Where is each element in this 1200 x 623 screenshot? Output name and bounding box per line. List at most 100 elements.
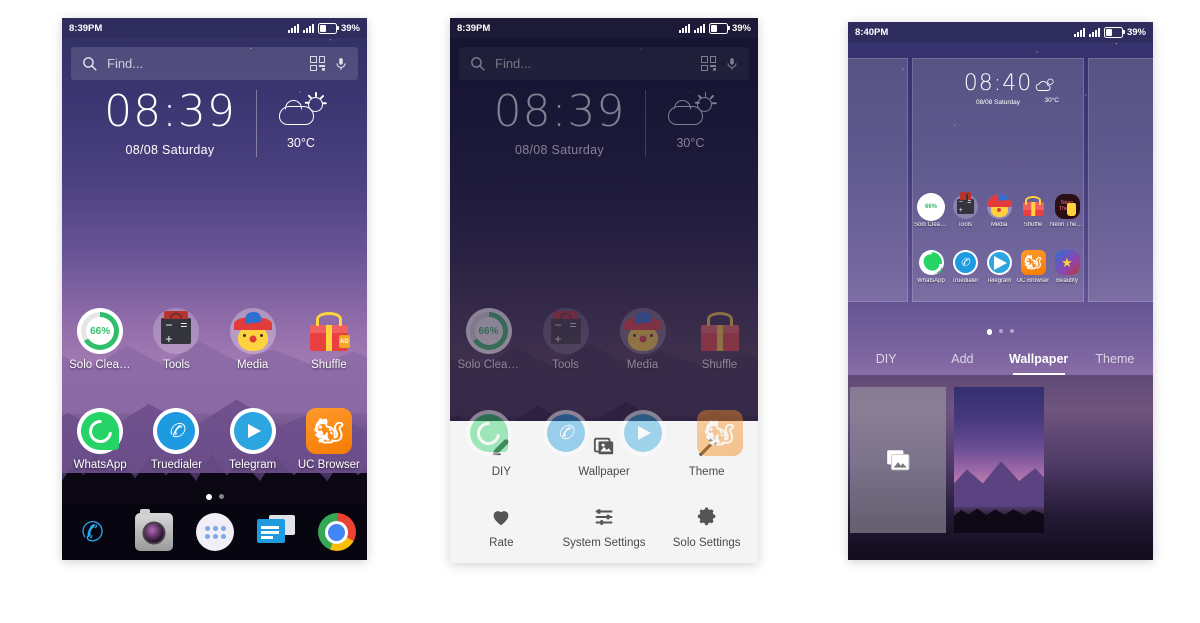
app-label: Telegram — [228, 459, 277, 471]
status-bar: 8:39PM 39% — [450, 18, 758, 38]
preview-page-next[interactable] — [1088, 58, 1153, 302]
page-dot[interactable] — [218, 494, 224, 499]
telegram-icon — [986, 250, 1012, 275]
app-truedialer[interactable]: ✆ Truedialer — [948, 250, 982, 284]
menu-item-system-settings[interactable]: System Settings — [553, 492, 656, 563]
page-dot[interactable] — [1010, 329, 1015, 333]
app-tools[interactable]: − = + Tools — [948, 192, 982, 228]
cleaner-percent: 66% — [924, 203, 937, 210]
tab-label: Theme — [1095, 352, 1135, 366]
app-label: Tools — [162, 359, 190, 371]
gift-shuffle-icon — [1021, 194, 1046, 219]
app-label: Tools — [552, 359, 579, 371]
app-drawer-dock-icon[interactable] — [195, 513, 234, 551]
app-label: Media — [236, 359, 269, 371]
tab-theme[interactable]: Theme — [1077, 344, 1153, 374]
clock-weather-widget[interactable]: 08:39 08/08 Saturday 30°C — [450, 90, 758, 157]
battery-icon — [708, 22, 731, 34]
menu-item-solo-settings[interactable]: Solo Settings — [655, 492, 758, 563]
preview-page-previous[interactable] — [848, 58, 908, 302]
app-label: Media — [990, 222, 1008, 228]
app-shuffle[interactable]: AD Shuffle — [298, 308, 360, 371]
chrome-dock-icon[interactable] — [317, 513, 356, 551]
page-dot-active[interactable] — [986, 329, 993, 335]
image-stack-icon — [885, 447, 911, 473]
wallpaper-picker — [848, 375, 1153, 560]
uc-browser-icon: 🐿 — [696, 410, 743, 456]
app-telegram[interactable]: Telegram — [222, 408, 284, 471]
app-whatsapp[interactable]: WhatsApp — [914, 250, 948, 284]
clock-block: 08:39 08/08 Saturday — [104, 90, 257, 157]
app-whatsapp[interactable] — [458, 410, 520, 456]
battery-percent: 39% — [340, 22, 360, 34]
page-indicator — [62, 494, 367, 500]
search-input[interactable]: Find... — [495, 56, 692, 71]
phone-dock-icon[interactable]: ✆ — [74, 513, 112, 551]
microphone-icon[interactable] — [725, 55, 739, 73]
phone-menu-open: 8:39PM 39% Find... 08:39 08/08 Saturday … — [450, 18, 758, 563]
app-whatsapp[interactable]: WhatsApp — [69, 408, 131, 471]
signal-bars-icon-2 — [1088, 27, 1100, 37]
search-icon — [83, 57, 97, 71]
homescreen-preview-carousel[interactable]: 08:40 08/08 Saturday 30°C 66% Solo Clean… — [848, 42, 1153, 322]
app-truedialer[interactable]: ✆ Truedialer — [145, 408, 207, 471]
app-tools[interactable]: − = + Tools — [145, 308, 207, 371]
tab-label: DIY — [875, 352, 897, 366]
search-input[interactable]: Find... — [107, 56, 301, 71]
app-row-2: WhatsApp ✆ Truedialer Telegram 🐿 UC Brow… — [62, 408, 367, 471]
app-telegram[interactable]: Telegram — [982, 250, 1016, 284]
search-bar[interactable]: Find... — [459, 47, 749, 80]
page-dot-active[interactable] — [205, 494, 212, 500]
microphone-icon[interactable] — [334, 55, 348, 73]
app-solo-cleaner[interactable]: 66% Solo Cleaner — [458, 308, 520, 371]
app-solo-cleaner[interactable]: 66% Solo Cleaner — [69, 308, 131, 371]
phone-home-screen: 8:39PM 39% Find... 08:39 08/08 Saturday … — [62, 18, 367, 560]
menu-label: Theme — [688, 466, 725, 478]
wallpaper-thumb-mountains[interactable] — [954, 387, 1044, 533]
app-tools[interactable]: − = + Tools — [535, 308, 597, 371]
app-shuffle[interactable]: Shuffle — [1016, 194, 1050, 228]
clock-date: 08/08 Saturday — [515, 143, 604, 157]
app-solo-cleaner[interactable]: 66% Solo Cleaner — [914, 194, 948, 228]
app-media[interactable]: Media — [222, 308, 284, 371]
weather-temperature: 30°C — [676, 136, 705, 150]
media-clown-icon — [986, 194, 1012, 219]
app-media[interactable]: Media — [982, 194, 1016, 228]
app-row-1: 66% Solo Cleaner − = + Tools Media — [62, 308, 367, 371]
app-truedialer[interactable]: ✆ — [535, 410, 597, 456]
status-time: 8:40PM — [855, 26, 889, 38]
battery-icon — [1103, 26, 1126, 38]
app-neon-theme[interactable]: NeonTheme Neon Theme — [1050, 194, 1084, 228]
app-shuffle[interactable]: Shuffle — [689, 308, 751, 371]
truedialer-icon: ✆ — [153, 408, 200, 454]
tab-label: Wallpaper — [1008, 352, 1069, 366]
search-bar[interactable]: Find... — [71, 47, 358, 80]
battery-percent: 39% — [731, 22, 751, 34]
messages-dock-icon[interactable] — [256, 513, 295, 551]
clock-time: 08:39 — [104, 86, 236, 137]
app-uc-browser[interactable]: 🐿 UC Browser — [1016, 250, 1050, 284]
app-uc-browser[interactable]: 🐿 — [689, 410, 751, 456]
qr-scan-icon[interactable] — [701, 56, 716, 71]
clock-weather-widget[interactable]: 08:39 08/08 Saturday 30°C — [62, 90, 367, 157]
camera-dock-icon[interactable] — [134, 509, 173, 551]
tab-wallpaper[interactable]: Wallpaper — [1001, 344, 1077, 375]
app-telegram[interactable] — [612, 410, 674, 456]
tools-icon: − = + — [952, 192, 978, 219]
gear-icon — [697, 507, 715, 526]
media-clown-icon — [619, 308, 666, 354]
app-beautify[interactable]: ★ Beautify — [1050, 250, 1084, 284]
status-time: 8:39PM — [69, 22, 103, 34]
tab-diy[interactable]: DIY — [848, 344, 924, 374]
app-media[interactable]: Media — [612, 308, 674, 371]
app-label: Media — [626, 359, 659, 371]
qr-scan-icon[interactable] — [310, 56, 325, 71]
gift-shuffle-icon — [697, 308, 743, 354]
gallery-tile[interactable] — [850, 387, 946, 533]
tab-add[interactable]: Add — [924, 344, 1000, 374]
search-icon — [471, 57, 485, 71]
menu-item-rate[interactable]: Rate — [450, 492, 553, 563]
app-uc-browser[interactable]: 🐿 UC Browser — [298, 408, 360, 471]
clock-time: 08:39 — [493, 86, 626, 137]
page-dot[interactable] — [999, 329, 1004, 333]
